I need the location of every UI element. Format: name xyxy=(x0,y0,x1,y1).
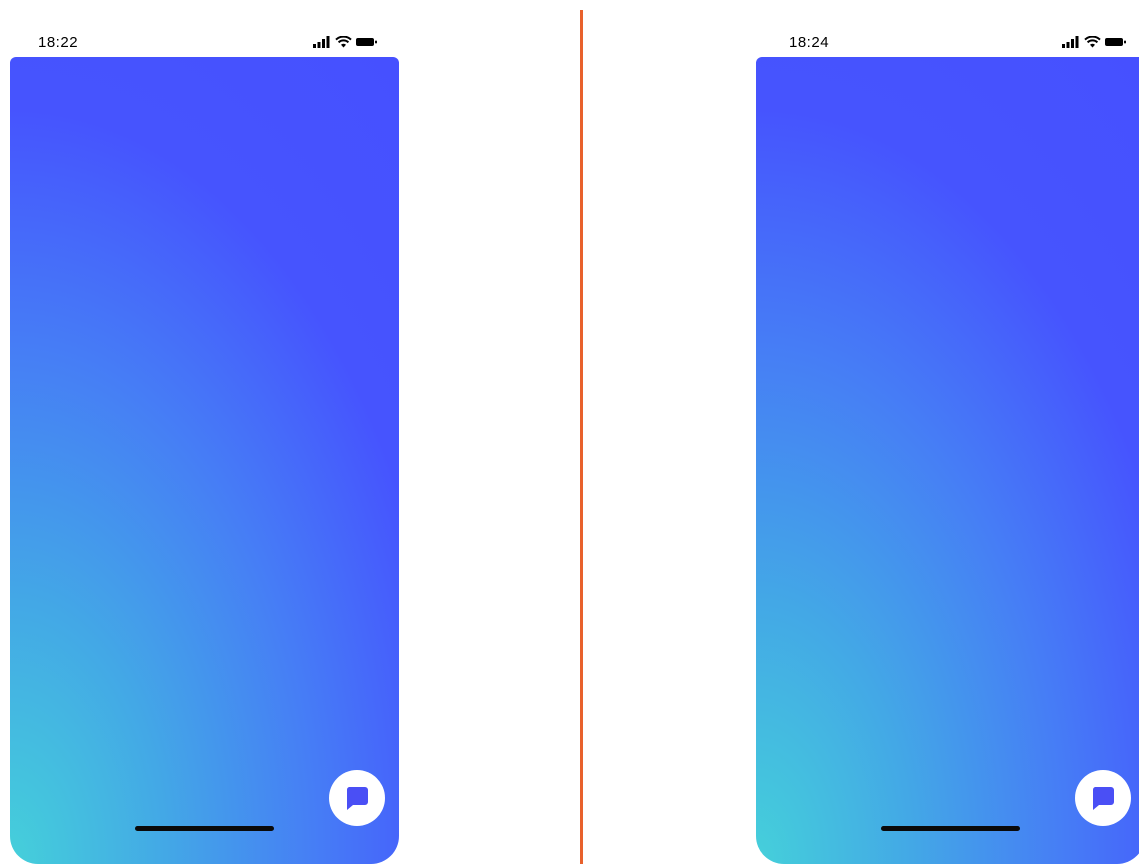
signal-icon xyxy=(1062,36,1079,48)
status-icons xyxy=(1062,34,1126,50)
home-indicator[interactable] xyxy=(134,826,274,831)
status-icons xyxy=(313,34,377,50)
app-screen xyxy=(756,57,1139,864)
comparison-stage: 18:22 18:24 xyxy=(0,0,1139,864)
status-time: 18:24 xyxy=(789,34,830,51)
wifi-icon xyxy=(335,36,352,48)
app-screen xyxy=(10,57,399,864)
wifi-icon xyxy=(1084,36,1101,48)
chat-button[interactable] xyxy=(1075,770,1131,826)
battery-icon xyxy=(1105,38,1126,46)
chat-bubble-icon xyxy=(346,787,368,810)
chat-button[interactable] xyxy=(329,770,385,826)
status-time: 18:22 xyxy=(38,34,79,51)
home-indicator[interactable] xyxy=(880,826,1020,831)
signal-icon xyxy=(313,36,330,48)
comparison-divider xyxy=(580,10,583,864)
chat-bubble-icon xyxy=(1092,787,1114,810)
battery-icon xyxy=(356,38,377,46)
